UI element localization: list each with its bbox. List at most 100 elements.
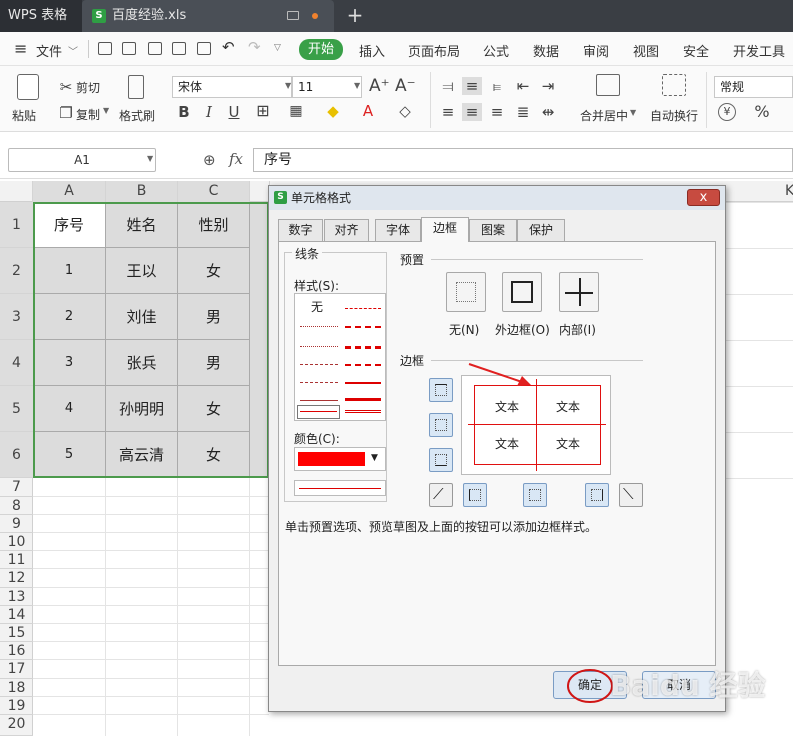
currency-icon[interactable]: ¥ [718, 103, 736, 121]
redo-icon[interactable]: ↷ [248, 38, 261, 56]
line-style-option[interactable] [345, 382, 381, 384]
name-box[interactable]: A1 [8, 148, 156, 172]
line-style-option[interactable] [345, 346, 381, 349]
quick-access-more-icon[interactable]: ▽ [274, 43, 281, 53]
row-header[interactable]: 13 [0, 588, 33, 606]
copy-button[interactable]: 复制 [76, 106, 100, 123]
decrease-indent-icon[interactable]: ⇤ [513, 77, 533, 95]
row-header[interactable]: 10 [0, 533, 33, 551]
tab-formulas[interactable]: 公式 [483, 41, 509, 60]
line-style-option[interactable] [300, 400, 338, 401]
border-diagonal-down-button[interactable]: ⟍ [619, 483, 643, 507]
function-icon[interactable]: fx [229, 150, 243, 168]
row-header[interactable]: 16 [0, 642, 33, 660]
wrap-text-button[interactable]: 自动换行 [650, 107, 698, 124]
scissors-icon[interactable]: ✂ [56, 78, 76, 96]
line-style-option[interactable] [300, 326, 338, 327]
tab-number[interactable]: 数字 [278, 219, 323, 241]
border-diagonal-up-button[interactable]: ⟋ [429, 483, 453, 507]
format-painter-icon[interactable] [128, 75, 144, 99]
preset-outline-button[interactable] [502, 272, 542, 312]
line-style-option[interactable] [345, 364, 381, 366]
percent-icon[interactable]: % [752, 103, 772, 121]
wrap-text-icon[interactable] [662, 74, 686, 96]
tab-pattern[interactable]: 图案 [469, 219, 517, 241]
line-style-option[interactable] [345, 308, 381, 309]
line-style-option[interactable] [345, 398, 381, 401]
line-style-option[interactable] [345, 410, 381, 413]
line-style-option[interactable] [300, 346, 338, 347]
increase-font-icon[interactable]: A⁺ [369, 77, 390, 95]
open-folder-icon[interactable] [98, 42, 112, 55]
row-header[interactable]: 17 [0, 660, 33, 679]
chevron-down-icon[interactable]: ▼ [630, 108, 636, 117]
align-top-icon[interactable]: ⫤ [438, 77, 458, 95]
formula-input[interactable]: 序号 [253, 148, 793, 172]
hamburger-menu-icon[interactable]: ≡ [14, 39, 27, 58]
row-header[interactable]: 15 [0, 624, 33, 642]
row-header[interactable]: 11 [0, 551, 33, 569]
align-middle-icon[interactable]: ≡ [462, 77, 482, 95]
new-tab-button[interactable]: + [344, 4, 366, 26]
row-header[interactable]: 9 [0, 515, 33, 533]
paste-button[interactable]: 粘贴 [12, 107, 36, 124]
copy-icon[interactable]: ❐ [56, 104, 76, 122]
line-style-selected[interactable] [297, 405, 340, 419]
paste-icon[interactable] [17, 74, 39, 100]
row-header[interactable]: 14 [0, 606, 33, 624]
row-header[interactable]: 7 [0, 478, 33, 497]
distributed-icon[interactable]: ⇹ [538, 103, 558, 121]
border-left-button[interactable] [463, 483, 487, 507]
print-icon[interactable] [172, 42, 186, 55]
chevron-down-icon[interactable]: ▼ [354, 81, 360, 90]
align-center-icon[interactable]: ≡ [462, 103, 482, 121]
line-style-option[interactable] [345, 326, 381, 328]
number-format-select[interactable]: 常规 [714, 76, 793, 98]
merge-center-button[interactable]: 合并居中 [580, 107, 628, 124]
line-style-option[interactable] [300, 382, 338, 383]
border-top-button[interactable] [429, 378, 453, 402]
select-all-corner[interactable] [0, 181, 33, 202]
preset-none-button[interactable] [446, 272, 486, 312]
column-header[interactable]: A [33, 181, 106, 202]
justify-icon[interactable]: ≣ [513, 103, 533, 121]
tab-home[interactable]: 开始 [299, 39, 343, 60]
column-header[interactable]: K [727, 181, 793, 202]
row-header[interactable]: 5 [0, 386, 33, 432]
save-icon[interactable] [122, 42, 136, 55]
borders-icon[interactable]: ⊞ [253, 102, 273, 120]
align-left-icon[interactable]: ≡ [438, 103, 458, 121]
row-header[interactable]: 8 [0, 497, 33, 515]
border-preview[interactable]: 文本 文本 文本 文本 [461, 375, 611, 475]
font-color-icon[interactable]: A [358, 102, 378, 120]
row-header[interactable]: 3 [0, 294, 33, 340]
preset-inside-button[interactable] [559, 272, 599, 312]
font-name-select[interactable]: 宋体 [172, 76, 292, 98]
clear-format-icon[interactable]: ◇ [395, 102, 415, 120]
file-menu[interactable]: 文件 [36, 41, 62, 60]
column-header[interactable] [250, 181, 270, 202]
row-header[interactable]: 4 [0, 340, 33, 386]
export-pdf-icon[interactable] [148, 42, 162, 55]
tab-border[interactable]: 边框 [421, 217, 469, 242]
italic-icon[interactable]: I [199, 103, 219, 121]
line-style-option[interactable] [300, 364, 338, 365]
cut-button[interactable]: 剪切 [76, 79, 100, 96]
tab-protection[interactable]: 保护 [517, 219, 565, 241]
chevron-down-icon[interactable]: ▼ [103, 106, 109, 115]
row-header[interactable]: 19 [0, 697, 33, 715]
row-header[interactable]: 6 [0, 432, 33, 478]
close-button[interactable]: x [687, 189, 720, 206]
tab-security[interactable]: 安全 [683, 41, 709, 60]
underline-icon[interactable]: U [224, 103, 244, 121]
row-header[interactable]: 20 [0, 715, 33, 736]
increase-indent-icon[interactable]: ⇥ [538, 77, 558, 95]
row-header[interactable]: 1 [0, 202, 33, 248]
row-header[interactable]: 12 [0, 569, 33, 588]
print-preview-icon[interactable] [197, 42, 211, 55]
tab-view[interactable]: 视图 [633, 41, 659, 60]
zoom-icon[interactable]: ⊕ [203, 151, 216, 169]
border-bottom-button[interactable] [429, 448, 453, 472]
fill-style-icon[interactable]: ▦ [286, 102, 306, 120]
tab-data[interactable]: 数据 [533, 41, 559, 60]
